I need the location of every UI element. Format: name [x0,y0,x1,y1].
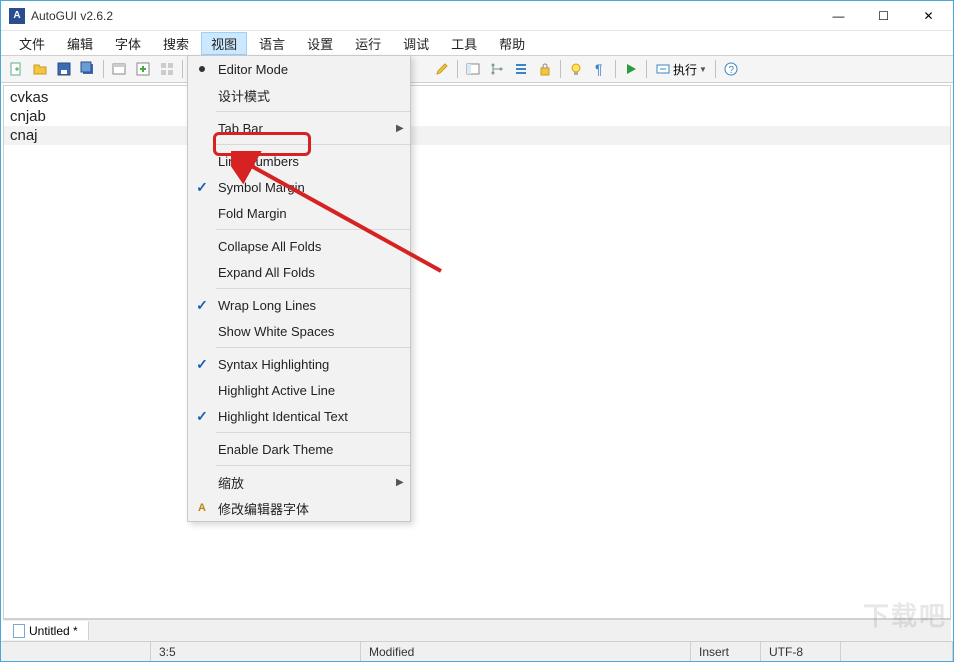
toolbar: ¶ 执行 ▼ ? [1,55,953,83]
menu-view[interactable]: 视图 [201,32,247,55]
titlebar: A AutoGUI v2.6.2 — ☐ ✕ [1,1,953,31]
run-play-icon[interactable] [620,58,642,80]
editor-content[interactable]: cvkas cnjab cnaj [4,86,950,147]
menu-settings[interactable]: 设置 [297,32,343,55]
status-insert: Insert [691,642,761,661]
menuitem-hl-identical[interactable]: ✓Highlight Identical Text [188,403,410,429]
lock-icon[interactable] [534,58,556,80]
new-file-icon[interactable] [5,58,27,80]
window-icon[interactable] [108,58,130,80]
menuitem-syntax-hl[interactable]: ✓Syntax Highlighting [188,351,410,377]
menuitem-tab-bar[interactable]: Tab Bar▶ [188,115,410,141]
editor-line-1: cvkas [10,89,48,106]
tab-untitled[interactable]: Untitled * [3,621,89,640]
menuitem-fold-margin[interactable]: Fold Margin [188,200,410,226]
menuitem-symbol-margin[interactable]: ✓Symbol Margin [188,174,410,200]
editor-line-2: cnjab [10,108,46,125]
menu-debug[interactable]: 调试 [393,32,439,55]
execute-icon [655,61,671,77]
bullet-icon [199,66,205,72]
dropdown-arrow-icon: ▼ [699,65,707,74]
tree-icon[interactable] [486,58,508,80]
panel-icon[interactable] [462,58,484,80]
status-modified: Modified [361,642,691,661]
watermark: 下载吧 [863,596,947,633]
menubar: 文件 编辑 字体 搜索 视图 语言 设置 运行 调试 工具 帮助 [1,31,953,55]
font-icon: A [198,502,206,514]
editor-line-3: cnaj [4,126,950,145]
menuitem-hl-active[interactable]: Highlight Active Line [188,377,410,403]
pilcrow-icon[interactable]: ¶ [589,58,611,80]
menu-tools[interactable]: 工具 [441,32,487,55]
menu-language[interactable]: 语言 [249,32,295,55]
menu-run[interactable]: 运行 [345,32,391,55]
list-icon[interactable] [510,58,532,80]
check-icon: ✓ [196,408,208,425]
run-execute-button[interactable]: 执行 ▼ [651,61,711,78]
svg-text:?: ? [728,65,734,76]
menuitem-zoom[interactable]: 缩放▶ [188,469,410,495]
menuitem-collapse-all[interactable]: Collapse All Folds [188,233,410,259]
menu-file[interactable]: 文件 [9,32,55,55]
menu-help[interactable]: 帮助 [489,32,535,55]
statusbar: 3:5 Modified Insert UTF-8 [1,641,953,661]
menuitem-wrap-long[interactable]: ✓Wrap Long Lines [188,292,410,318]
save-icon[interactable] [53,58,75,80]
status-encoding: UTF-8 [761,642,841,661]
check-icon: ✓ [196,179,208,196]
menuitem-show-ws[interactable]: Show White Spaces [188,318,410,344]
window-title: AutoGUI v2.6.2 [31,9,816,23]
help-icon[interactable]: ? [720,58,742,80]
save-all-icon[interactable] [77,58,99,80]
menu-search[interactable]: 搜索 [153,32,199,55]
grid-icon[interactable] [156,58,178,80]
check-icon: ✓ [196,356,208,373]
svg-text:¶: ¶ [595,61,603,77]
close-button[interactable]: ✕ [906,2,951,30]
open-folder-icon[interactable] [29,58,51,80]
menuitem-line-numbers[interactable]: Line Numbers [188,148,410,174]
menuitem-editor-font[interactable]: A修改编辑器字体 [188,495,410,521]
menuitem-dark-theme[interactable]: Enable Dark Theme [188,436,410,462]
run-execute-label: 执行 [673,61,697,78]
submenu-arrow-icon: ▶ [396,477,410,488]
check-icon: ✓ [196,297,208,314]
app-icon: A [9,8,25,24]
menuitem-design-mode[interactable]: 设计模式 [188,82,410,108]
menu-edit[interactable]: 编辑 [57,32,103,55]
editor-area[interactable]: cvkas cnjab cnaj [3,85,951,619]
menu-font[interactable]: 字体 [105,32,151,55]
menuitem-editor-mode[interactable]: Editor Mode [188,56,410,82]
status-position: 3:5 [151,642,361,661]
pencil-icon[interactable] [431,58,453,80]
maximize-button[interactable]: ☐ [861,2,906,30]
tab-label: Untitled * [29,624,78,638]
bulb-icon[interactable] [565,58,587,80]
tab-strip: Untitled * [3,619,951,641]
menuitem-expand-all[interactable]: Expand All Folds [188,259,410,285]
submenu-arrow-icon: ▶ [396,123,410,134]
view-dropdown-menu: Editor Mode 设计模式 Tab Bar▶ Line Numbers ✓… [187,55,411,522]
minimize-button[interactable]: — [816,2,861,30]
document-icon [13,624,25,638]
add-panel-icon[interactable] [132,58,154,80]
